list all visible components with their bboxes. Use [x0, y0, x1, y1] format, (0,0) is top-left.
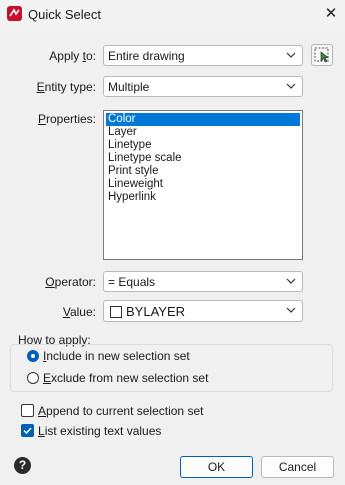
append-label[interactable]: Append to current selection set — [38, 404, 203, 418]
entity-type-dropdown[interactable]: Multiple — [103, 76, 303, 97]
list-existing-label[interactable]: List existing text values — [38, 424, 161, 438]
operator-dropdown[interactable]: = Equals — [103, 271, 303, 292]
list-item[interactable]: Linetype — [106, 139, 300, 152]
select-objects-icon — [314, 47, 329, 63]
exclude-radio[interactable] — [27, 372, 39, 384]
chevron-down-icon — [286, 278, 296, 284]
chevron-down-icon — [286, 83, 296, 89]
include-radio[interactable] — [27, 350, 39, 362]
checkmark-icon — [23, 427, 32, 435]
color-swatch — [110, 306, 122, 318]
list-item[interactable]: Color — [106, 113, 300, 126]
apply-to-label: Apply to: — [49, 49, 96, 63]
select-objects-button[interactable] — [311, 44, 333, 66]
close-icon[interactable]: ✕ — [321, 4, 341, 24]
exclude-label[interactable]: Exclude from new selection set — [43, 371, 208, 385]
entity-type-label: Entity type: — [36, 80, 96, 94]
list-item[interactable]: Lineweight — [106, 178, 300, 191]
cancel-button[interactable]: Cancel — [261, 456, 334, 478]
value-label: Value: — [62, 305, 96, 319]
operator-label: Operator: — [45, 275, 96, 289]
list-item[interactable]: Hyperlink — [106, 191, 300, 204]
window-title: Quick Select — [28, 7, 101, 22]
list-existing-checkbox[interactable] — [21, 424, 34, 437]
include-label[interactable]: Include in new selection set — [43, 349, 190, 363]
chevron-down-icon — [286, 52, 296, 58]
append-checkbox[interactable] — [21, 404, 34, 417]
properties-label: Properties: — [37, 112, 96, 126]
list-item[interactable]: Linetype scale — [106, 152, 300, 165]
properties-listbox[interactable]: Color Layer Linetype Linetype scale Prin… — [103, 110, 303, 260]
apply-to-value: Entire drawing — [108, 49, 185, 63]
ok-button[interactable]: OK — [180, 456, 253, 478]
app-logo-icon — [7, 6, 22, 21]
value-dropdown[interactable]: BYLAYER — [103, 300, 303, 322]
list-item[interactable]: Print style — [106, 165, 300, 178]
operator-value: = Equals — [108, 275, 156, 289]
value-text: BYLAYER — [126, 304, 186, 319]
list-item[interactable]: Layer — [106, 126, 300, 139]
apply-to-dropdown[interactable]: Entire drawing — [103, 45, 303, 66]
chevron-down-icon — [286, 307, 296, 313]
entity-type-value: Multiple — [108, 80, 150, 94]
help-icon[interactable]: ? — [14, 457, 31, 474]
